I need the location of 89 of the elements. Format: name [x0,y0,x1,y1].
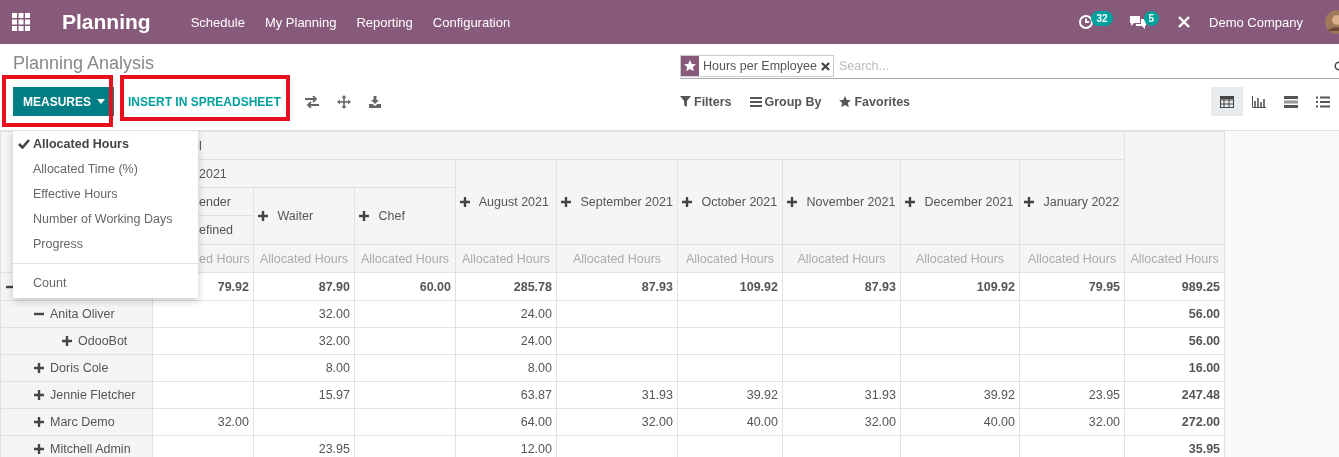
tools-icon[interactable] [1177,15,1192,29]
table-cell: 109.92 [976,279,1015,294]
search-option-button[interactable]: Group By [749,94,822,109]
menu-item[interactable]: My Planning [264,14,337,30]
row-header[interactable]: OdooBot [0,327,153,355]
table-cell: 87.90 [318,279,350,294]
table-cell: 64.00 [520,415,552,429]
table-cell: 32.00 [318,307,350,321]
table-cell: 24.00 [520,334,552,348]
table-cell: 989.25 [1181,279,1221,294]
menu-item[interactable]: Schedule [190,14,245,30]
table-cell: 109.92 [739,279,778,294]
table-cell: 87.93 [641,279,673,294]
apps-menu-icon[interactable] [12,13,30,31]
table-cell: 35.95 [1188,442,1221,456]
table-cell: 8.00 [527,361,552,375]
table-cell: 56.00 [1188,334,1221,348]
table-cell: 60.00 [419,279,451,294]
table-cell: 63.87 [520,388,552,402]
measures-button[interactable]: MEASURES [13,87,114,116]
page-title: Planning Analysis [13,53,156,74]
app-title[interactable]: Planning [62,10,151,34]
column-header[interactable]: December 2021 [900,159,1020,245]
table-cell: 285.78 [513,279,552,294]
search-field[interactable]: Hours per Employee Search... [680,54,1339,79]
activity-count-badge: 32 [1091,10,1113,26]
table-cell: 32.00 [318,334,350,348]
flip-axis-icon[interactable] [304,95,319,108]
table-cell: 272.00 [1181,415,1221,429]
measure-option[interactable]: Count [13,270,198,295]
row-header[interactable]: Mitchell Admin [0,435,153,457]
table-cell: 23.95 [318,442,350,456]
table-icon [1220,95,1234,108]
remove-icon[interactable] [820,61,830,71]
view-switch-button[interactable] [1211,87,1243,116]
table-cell: 39.92 [746,388,778,402]
filter-facet[interactable]: Hours per Employee [680,55,834,77]
caret-icon [97,99,105,104]
list-icon [1316,95,1330,108]
table-cell: 15.97 [318,388,350,402]
menu-item[interactable]: Reporting [356,14,413,30]
table-cell: 32.00 [1088,415,1121,429]
row-header[interactable]: Doris Cole [0,354,153,382]
table-cell: 31.93 [864,388,896,402]
chat-icon[interactable] [1128,14,1147,30]
table-cell: 24.00 [520,307,552,321]
clock-icon[interactable] [1078,14,1095,30]
filter-icon [680,96,691,107]
table-cell: 40.00 [983,415,1015,429]
table-cell: 79.95 [1088,279,1121,294]
table-cell: 32.00 [864,415,896,429]
star-icon [684,60,696,72]
expand-all-icon[interactable] [336,94,351,109]
company-switcher[interactable]: Demo Company [1209,14,1303,30]
gantt-icon [1284,95,1298,108]
message-count-badge: 5 [1143,10,1160,26]
row-header[interactable]: Anita Oliver [0,300,153,328]
table-cell: 247.48 [1181,388,1221,402]
column-header[interactable]: August 2021 [455,159,557,245]
bar-chart-icon [1252,95,1266,108]
table-cell: 87.93 [864,279,896,294]
table-cell: 32.00 [641,415,673,429]
row-header[interactable]: Jennie Fletcher [0,381,153,409]
column-header[interactable]: September 2021 [556,159,678,245]
column-header[interactable]: October 2021 [677,159,783,245]
column-header[interactable]: Waiter [253,187,355,245]
menu-item[interactable]: Configuration [432,14,511,30]
row-header[interactable]: Marc Demo [0,408,153,436]
table-cell: 12.00 [520,442,552,456]
facet-label: Hours per Employee [702,59,818,73]
check-icon [18,138,30,149]
column-header[interactable]: January 2022 [1019,159,1125,245]
table-cell: 79.92 [217,279,249,294]
table-cell: 56.00 [1188,307,1221,321]
menu-lines-icon [749,96,762,107]
search-icon[interactable] [1333,59,1339,73]
star-icon [839,95,852,108]
table-cell: 39.92 [983,388,1015,402]
table-cell: 16.00 [1188,361,1221,375]
table-cell: 31.93 [641,388,673,402]
table-cell: 40.00 [746,415,778,429]
search-option-button[interactable]: Filters [680,94,732,109]
column-header[interactable]: Chef [354,187,456,245]
table-cell: 23.95 [1088,388,1121,402]
search-option-button[interactable]: Favorites [839,94,911,109]
column-header[interactable]: November 2021 [782,159,901,245]
table-cell: 8.00 [325,361,350,375]
table-cell: 32.00 [217,415,249,429]
download-icon[interactable] [368,95,381,108]
